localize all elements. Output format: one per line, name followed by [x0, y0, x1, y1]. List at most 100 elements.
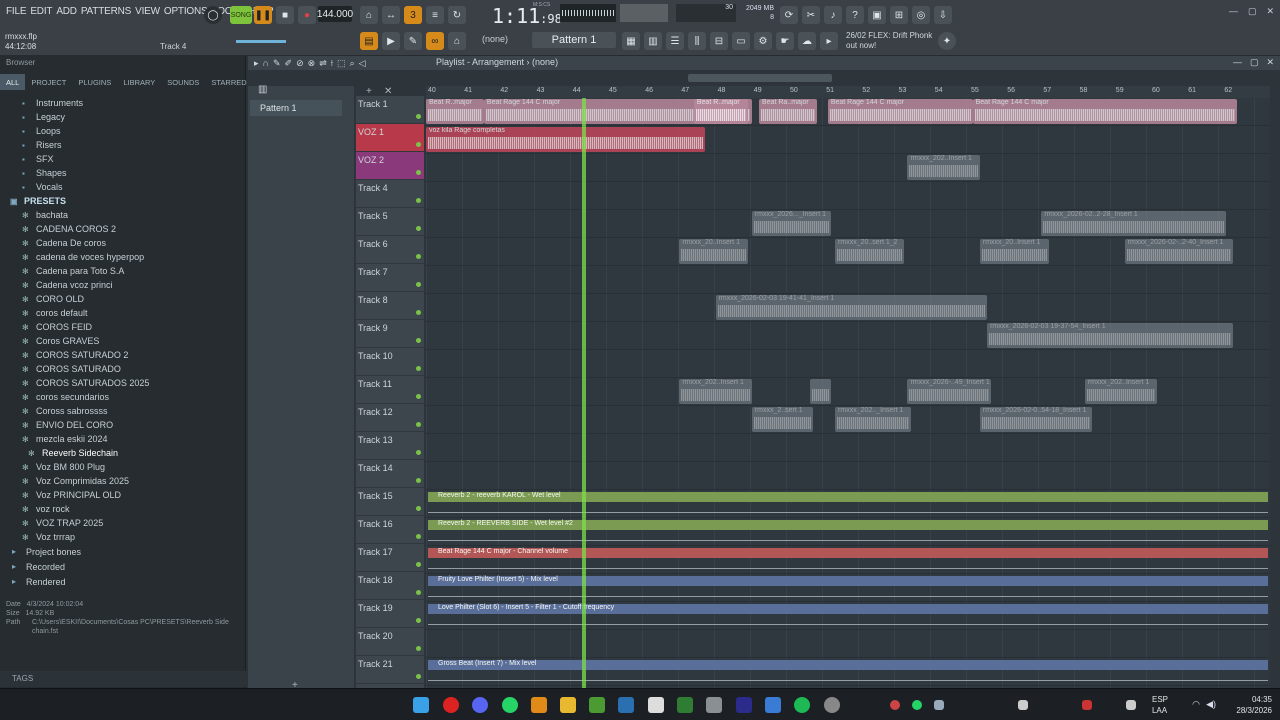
track-header[interactable]: Track 16 — [356, 516, 424, 544]
track-header[interactable]: Track 12 — [356, 404, 424, 432]
tray-whatsapp-icon[interactable] — [912, 700, 922, 710]
audio-clip[interactable]: Beat R..major — [426, 99, 484, 124]
draw-icon[interactable]: ✎ — [273, 58, 281, 69]
browser-tab-all[interactable]: ALL — [0, 74, 26, 90]
folder-item[interactable]: ▪ Risers — [0, 138, 246, 152]
track-header[interactable]: VOZ 2 — [356, 152, 424, 180]
notepad-icon[interactable] — [765, 697, 781, 713]
timeline-ruler[interactable]: 40 41 42 43 44 45 46 47 48 49 50 51 52 53 54 55 56 57 58 59… — [426, 86, 1270, 98]
tray-icon-1[interactable] — [890, 700, 900, 710]
mixer-icon[interactable]: ⊞ — [890, 6, 908, 24]
chat-icon[interactable]: ◎ — [912, 6, 930, 24]
track-mute-led[interactable] — [416, 198, 421, 203]
presets-header[interactable]: ▣ PRESETS — [0, 194, 246, 208]
spotify-icon[interactable] — [794, 697, 810, 713]
preset-item[interactable]: ✻ COROS FEID — [0, 320, 246, 334]
chrome-icon[interactable] — [824, 697, 840, 713]
preset-item[interactable]: ✻ Voz BM 800 Plug — [0, 460, 246, 474]
pause-icon[interactable]: ❚❚ — [254, 6, 272, 24]
track-header[interactable]: Track 21 — [356, 656, 424, 684]
browser-section-recorded[interactable]: ▸ Recorded — [0, 559, 246, 574]
track-mute-led[interactable] — [416, 310, 421, 315]
file-explorer-icon[interactable] — [560, 697, 576, 713]
browser-tab-library[interactable]: LIBRARY — [117, 74, 161, 90]
photoshop-icon[interactable] — [736, 697, 752, 713]
cut-icon[interactable]: ✂ — [802, 6, 820, 24]
snap-selector[interactable]: (none) — [482, 34, 508, 44]
audio-clip[interactable]: rmxxx_202..Insert 1 — [907, 155, 980, 180]
preset-item[interactable]: ✻ coros default — [0, 306, 246, 320]
folder-icon[interactable]: ▭ — [732, 32, 750, 50]
menu-item-file[interactable]: FILE — [4, 6, 28, 17]
audio-clip[interactable]: rmxxx_202..Insert 1 — [679, 379, 752, 404]
fl-studio-icon[interactable] — [531, 697, 547, 713]
metronome-icon[interactable]: ⌂ — [360, 6, 378, 24]
piano-roll-icon[interactable]: ▥ — [644, 32, 662, 50]
audio-clip[interactable]: rmxxx_20..Insert 1 — [679, 239, 749, 264]
preset-item[interactable]: ✻ Cadena De coros — [0, 236, 246, 250]
track-lane[interactable] — [426, 266, 1270, 294]
track-header[interactable]: Track 5 — [356, 208, 424, 236]
track-header[interactable]: Track 15 — [356, 488, 424, 516]
cpu-knob-icon[interactable]: ◯ — [204, 6, 222, 24]
store-icon[interactable] — [648, 697, 664, 713]
audio-clip[interactable]: rmxxx_20..Insert 1 — [979, 239, 1049, 264]
slip-icon[interactable]: ⇌ — [319, 58, 327, 69]
audio-clip[interactable]: rmxxx_2026-..49_Insert 1 — [907, 379, 991, 404]
folder-item[interactable]: ▪ SFX — [0, 152, 246, 166]
news-hint[interactable]: 26/02 FLEX: Drift Phonk out now! — [846, 31, 942, 51]
tray-icon-3[interactable] — [934, 700, 944, 710]
audio-clip[interactable]: Beat Rage 144 C major — [827, 99, 973, 124]
stamp-icon[interactable]: ⌂ — [448, 32, 466, 50]
download-icon[interactable]: ⇩ — [934, 6, 952, 24]
menu-item-edit[interactable]: EDIT — [28, 6, 54, 17]
folder-item[interactable]: ▪ Loops — [0, 124, 246, 138]
tray-icon-red[interactable] — [1082, 700, 1092, 710]
playhead[interactable] — [581, 98, 586, 688]
folder-item[interactable]: ▪ Shapes — [0, 166, 246, 180]
track-header[interactable]: Track 7 — [356, 264, 424, 292]
audio-clip[interactable]: voz kila Rage completas — [426, 127, 705, 152]
countdown-icon[interactable]: 3 — [404, 6, 422, 24]
track-lane[interactable] — [426, 630, 1270, 658]
track-mute-led[interactable] — [416, 114, 421, 119]
browser-tab-sounds[interactable]: SOUNDS — [161, 74, 205, 90]
opera-icon[interactable] — [443, 697, 459, 713]
maximize-icon[interactable]: ▢ — [1248, 6, 1257, 17]
system-clock[interactable]: 04:35 28/3/2026 — [1236, 694, 1272, 716]
paint-icon[interactable]: ✐ — [285, 58, 293, 69]
playlist-icon[interactable]: ☰ — [666, 32, 684, 50]
preset-item[interactable]: ✻ Coros GRAVES — [0, 334, 246, 348]
tray-mic-icon[interactable] — [1126, 700, 1136, 710]
audio-clip[interactable]: Beat Rage 144 C major — [972, 99, 1237, 124]
track-mute-led[interactable] — [416, 254, 421, 259]
browser-section-rendered[interactable]: ▸ Rendered — [0, 574, 246, 589]
whatsapp-icon[interactable] — [502, 697, 518, 713]
track-header[interactable]: Track 13 — [356, 432, 424, 460]
refresh-icon[interactable]: ⟳ — [780, 6, 798, 24]
track-mute-led[interactable] — [416, 422, 421, 427]
track-mute-led[interactable] — [416, 506, 421, 511]
automation-clip[interactable]: Beat Rage 144 C major - Channel volume — [428, 548, 1268, 558]
cloud-icon[interactable]: ☁ — [798, 32, 816, 50]
track-mute-led[interactable] — [416, 366, 421, 371]
automation-clip[interactable]: Gross Beat (Insert 7) - Mix level — [428, 660, 1268, 670]
plugin-icon[interactable]: ⚙ — [754, 32, 772, 50]
audio-clip[interactable] — [809, 379, 832, 404]
zoom-icon[interactable]: ⌕ — [350, 58, 355, 69]
track-mute-led[interactable] — [416, 562, 421, 567]
channel-rack-icon[interactable]: ▦ — [622, 32, 640, 50]
tempo-display[interactable]: 144.000 — [317, 6, 353, 22]
track-lane[interactable] — [426, 462, 1270, 490]
hint-arrow-icon[interactable]: ▸ — [820, 32, 838, 50]
preset-item[interactable]: ✻ Reeverb Sidechain — [0, 446, 246, 460]
menu-item-options[interactable]: OPTIONS — [162, 6, 210, 17]
arrangement-grid[interactable]: Beat R..major Beat Rage 144 C major Beat R… — [426, 98, 1270, 688]
preset-item[interactable]: ✻ Coross sabrossss — [0, 404, 246, 418]
browser-section-project-bones[interactable]: ▸ Project bones — [0, 544, 246, 559]
track-header[interactable]: Track 8 — [356, 292, 424, 320]
mic-icon[interactable]: ♪ — [824, 6, 842, 24]
folder-item[interactable]: ▪ Legacy — [0, 110, 246, 124]
track-header[interactable]: Track 17 — [356, 544, 424, 572]
playlist-minimize-icon[interactable]: — — [1233, 57, 1242, 68]
